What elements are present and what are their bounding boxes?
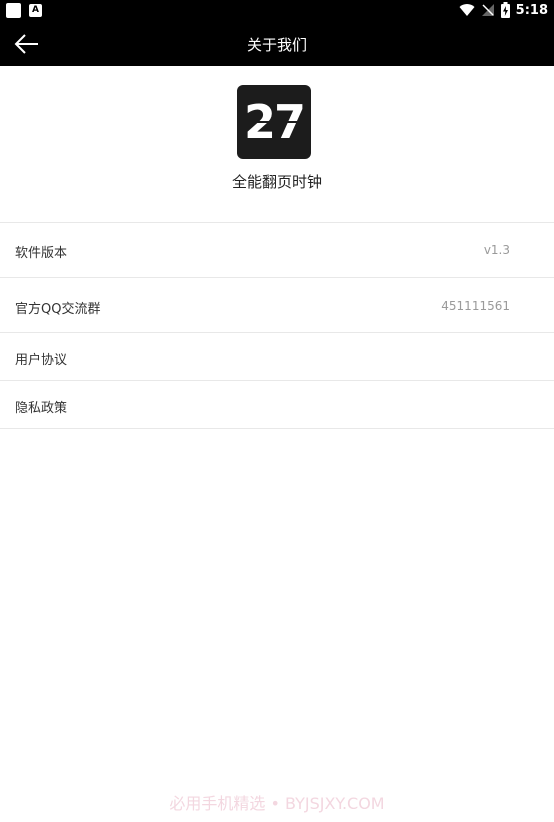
wifi-icon — [459, 4, 475, 17]
row-privacy-policy[interactable]: 隐私政策 — [0, 381, 554, 429]
version-value: v1.3 — [483, 243, 510, 257]
flip-split-line — [237, 121, 311, 123]
page-title: 关于我们 — [246, 36, 307, 54]
row-user-agreement[interactable]: 用户协议 — [0, 333, 554, 381]
watermark: 必用手机精选 • BYJSJXY.COM — [169, 794, 385, 813]
app-logo: 27 — [237, 85, 311, 159]
app-name: 全能翻页时钟 — [231, 173, 322, 191]
battery-charging-icon — [500, 2, 510, 18]
notification-square-icon — [6, 3, 21, 18]
signal-off-icon — [481, 4, 494, 16]
row-label: 隐私政策 — [15, 401, 68, 416]
row-qq-group[interactable]: 官方QQ交流群 451111561 — [0, 278, 554, 333]
status-system-icons: 5:18 — [459, 2, 548, 18]
status-notifications: A — [6, 3, 42, 18]
row-label: 软件版本 — [15, 246, 68, 261]
qq-group-value: 451111561 — [441, 299, 510, 313]
row-version: 软件版本 v1.3 — [0, 223, 554, 278]
row-label: 官方QQ交流群 — [15, 302, 101, 317]
row-label: 用户协议 — [15, 353, 68, 368]
status-bar: A 5:18 — [0, 0, 554, 22]
app-bar: 关于我们 — [0, 22, 554, 66]
status-time: 5:18 — [515, 2, 548, 18]
notification-a-icon: A — [29, 4, 42, 17]
